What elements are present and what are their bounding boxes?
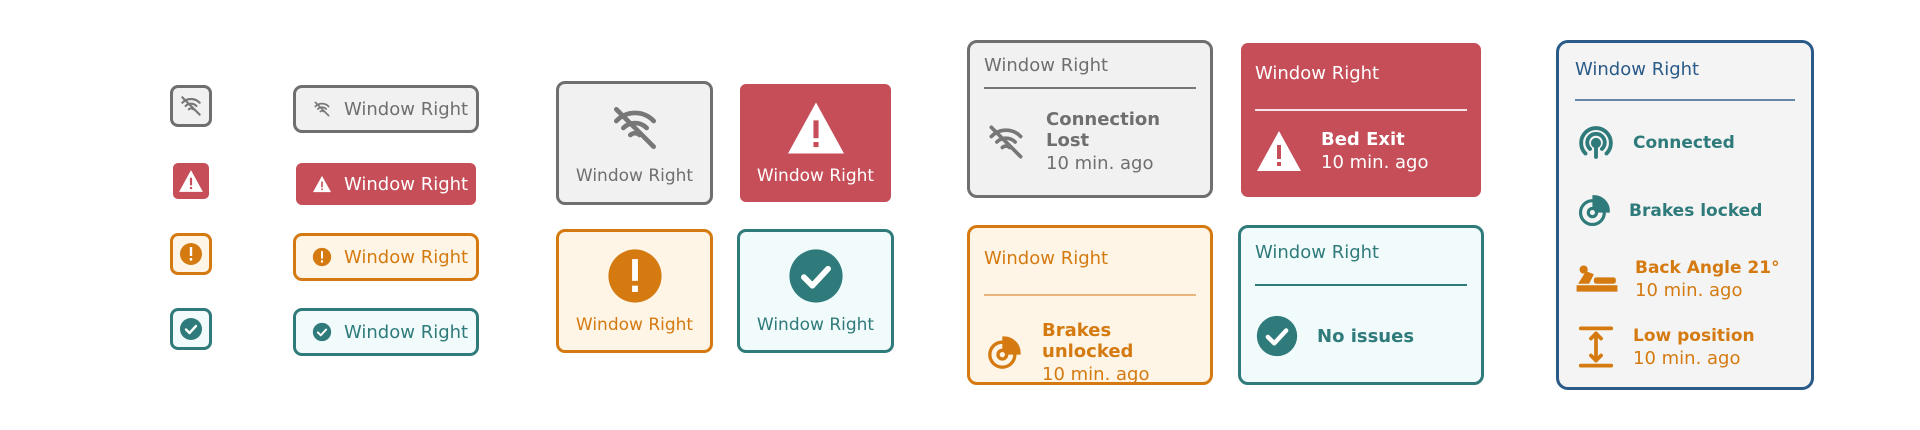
low-position-icon (1575, 325, 1617, 369)
message-title: No issues (1317, 325, 1415, 347)
divider (1575, 99, 1795, 101)
message-title: Brakes unlocked (1042, 320, 1134, 362)
chip-label: Window Right (344, 173, 469, 195)
message-title: Connection Lost (1046, 109, 1161, 151)
brake-icon (1575, 192, 1613, 230)
item-title: Connected (1633, 133, 1735, 153)
divider (984, 294, 1196, 296)
status-icon-ok[interactable] (170, 308, 212, 350)
card-bed-exit[interactable]: Window Right Bed Exit 10 min. ago (1238, 40, 1484, 200)
tile-label: Window Right (756, 166, 875, 186)
tile-label: Window Right (756, 315, 875, 335)
signal-off-icon (607, 100, 663, 156)
message-time: 10 min. ago (1042, 364, 1150, 385)
bed-angle-icon (1575, 261, 1619, 297)
warning-triangle-icon (1255, 129, 1303, 173)
card-header: Window Right (1255, 63, 1380, 84)
card-header: Window Right (984, 55, 1109, 76)
panel-item-back-angle: Back Angle 21° 10 min. ago (1575, 245, 1795, 313)
panel-item-low-position: Low position 10 min. ago (1575, 313, 1795, 381)
check-circle-icon (179, 317, 203, 341)
card-no-issues[interactable]: Window Right No issues (1238, 225, 1484, 385)
check-circle-icon (1255, 314, 1299, 358)
status-panel[interactable]: Window Right Connected Brakes locked Bac… (1556, 40, 1814, 390)
item-time: 10 min. ago (1633, 347, 1741, 369)
item-title: Back Angle 21° (1635, 257, 1780, 278)
warning-triangle-icon (785, 100, 847, 156)
exclamation-circle-icon (179, 242, 203, 266)
message-time: 10 min. ago (1046, 153, 1154, 174)
brake-icon (984, 333, 1024, 373)
item-title: Low position (1633, 325, 1755, 346)
message-title: Bed Exit (1321, 129, 1405, 150)
status-icon-connection-lost[interactable] (170, 85, 212, 127)
exclamation-circle-icon (606, 247, 664, 305)
tile-label: Window Right (575, 166, 694, 186)
divider (1255, 109, 1467, 111)
chip-alert[interactable]: Window Right (293, 160, 479, 208)
chip-label: Window Right (344, 98, 469, 120)
panel-item-brakes-locked: Brakes locked (1575, 177, 1795, 245)
status-icon-alert[interactable] (170, 160, 212, 202)
card-header: Window Right (984, 248, 1109, 269)
status-icon-warning[interactable] (170, 233, 212, 275)
card-connection-lost[interactable]: Window Right Connection Lost 10 min. ago (967, 40, 1213, 198)
signal-off-icon (178, 93, 204, 119)
tile-warning[interactable]: Window Right (556, 229, 713, 353)
exclamation-circle-icon (312, 247, 332, 267)
card-header: Window Right (1255, 242, 1380, 263)
message-time: 10 min. ago (1321, 152, 1429, 173)
panel-header: Window Right (1575, 59, 1700, 80)
chip-warning[interactable]: Window Right (293, 233, 479, 281)
item-time: 10 min. ago (1635, 279, 1743, 301)
tile-connection-lost[interactable]: Window Right (556, 81, 713, 205)
card-brakes-unlocked[interactable]: Window Right Brakes unlocked 10 min. ago (967, 225, 1213, 385)
signal-off-icon (312, 99, 332, 119)
tile-label: Window Right (575, 315, 694, 335)
warning-triangle-icon (312, 175, 332, 193)
signal-off-icon (984, 120, 1028, 164)
chip-ok[interactable]: Window Right (293, 308, 479, 356)
tile-ok[interactable]: Window Right (737, 229, 894, 353)
check-circle-icon (787, 247, 845, 305)
warning-triangle-icon (178, 169, 204, 193)
check-circle-icon (312, 322, 332, 342)
panel-item-connected: Connected (1575, 109, 1795, 177)
tile-alert[interactable]: Window Right (737, 81, 894, 205)
item-title: Brakes locked (1629, 201, 1763, 221)
chip-label: Window Right (344, 246, 469, 268)
chip-connection-lost[interactable]: Window Right (293, 85, 479, 133)
chip-label: Window Right (344, 321, 469, 343)
connected-icon (1575, 122, 1617, 164)
